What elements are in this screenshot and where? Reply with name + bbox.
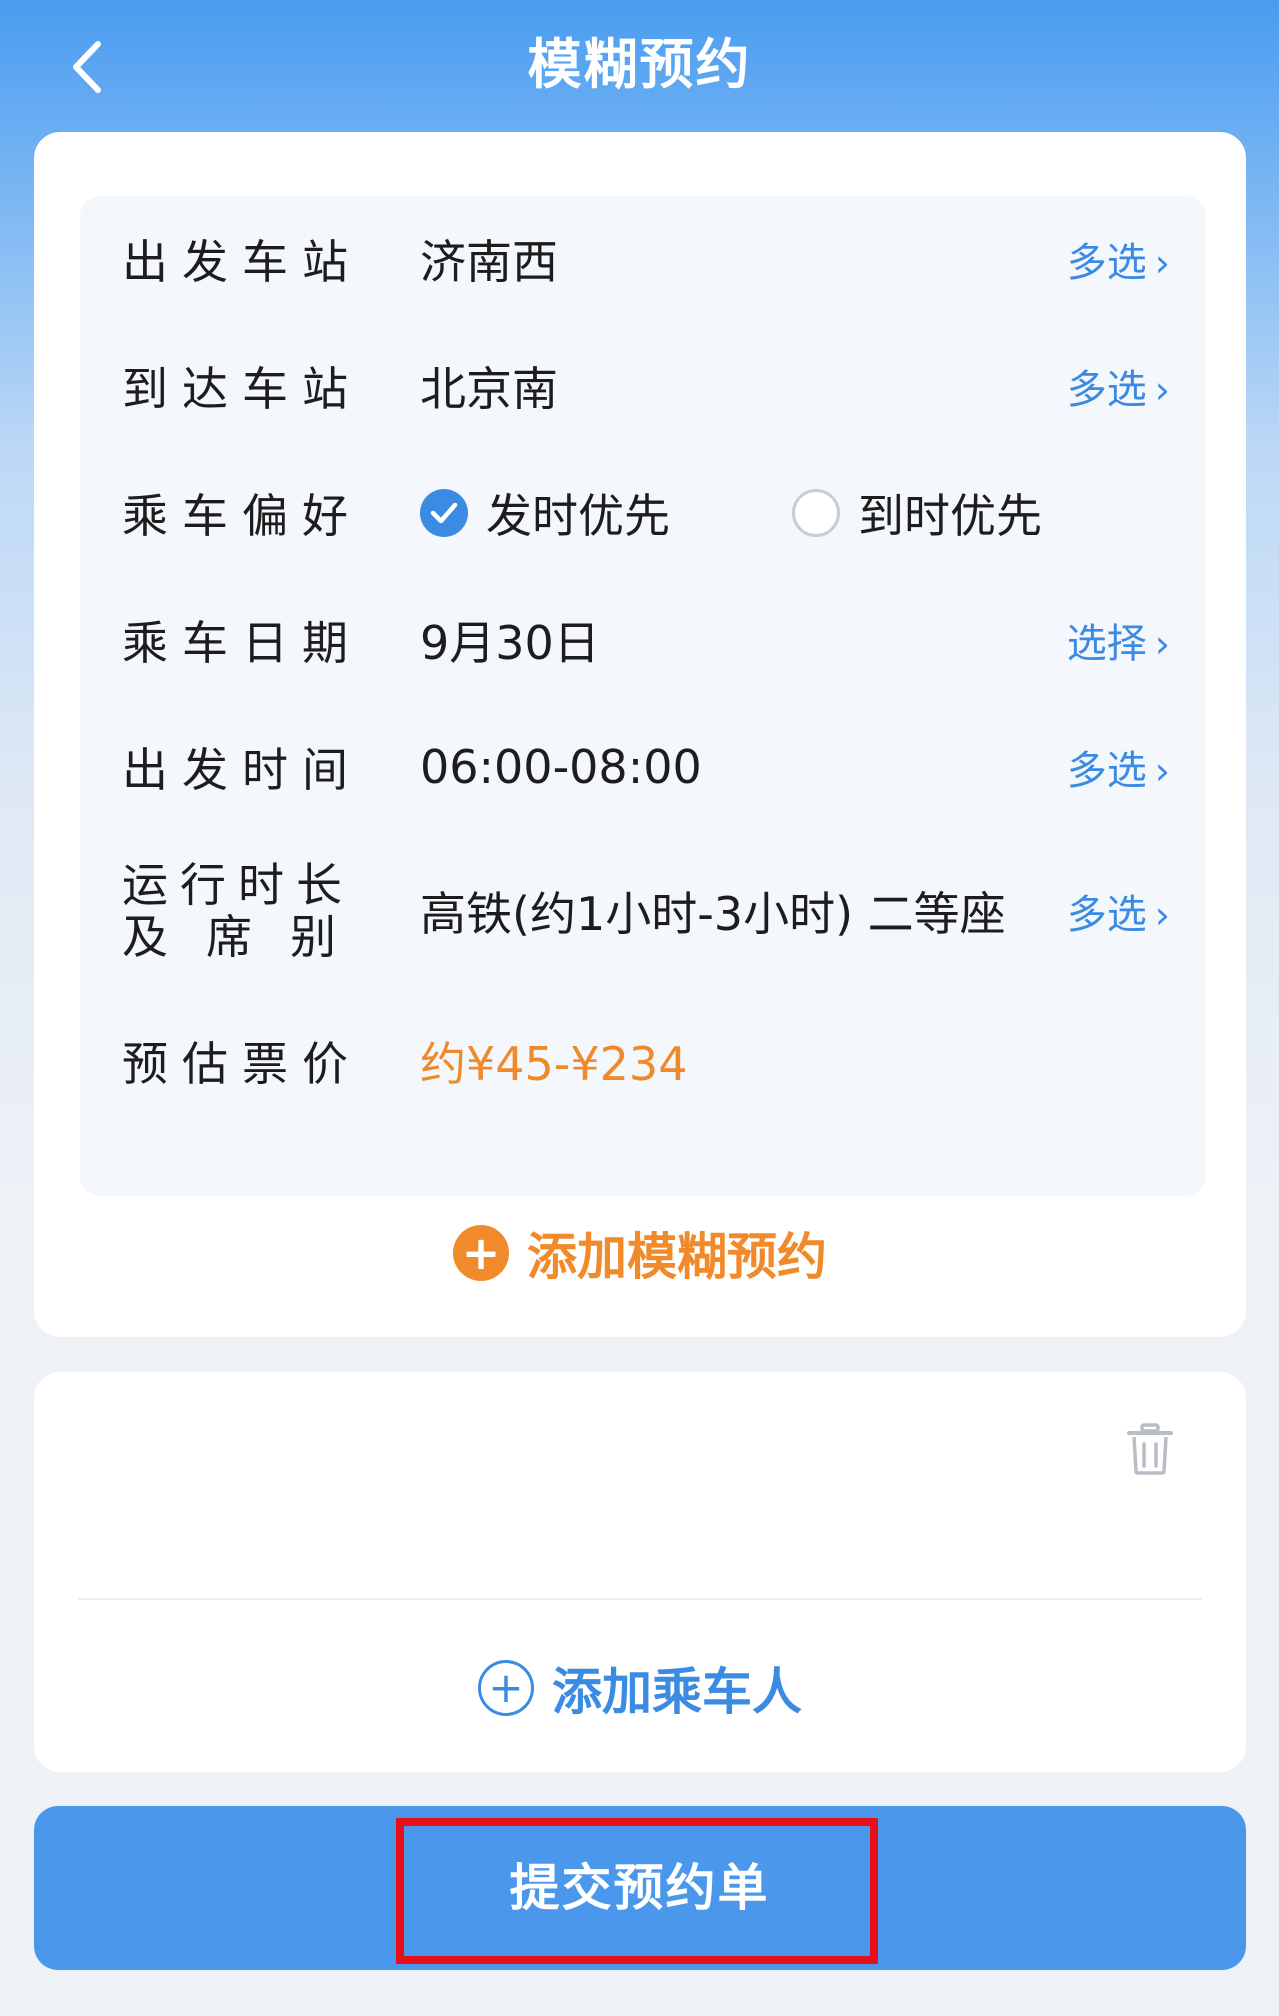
date-label: 乘车日期 xyxy=(122,616,362,670)
passenger-divider xyxy=(78,1598,1202,1600)
departure-first-radio[interactable]: 发时优先 xyxy=(420,480,670,546)
departure-station-row: 出发车站 济南西 多选 › xyxy=(80,204,1206,314)
passenger-card: + 添加乘车人 xyxy=(34,1372,1246,1772)
depart-time-value[interactable]: 06:00-08:00 xyxy=(420,740,702,794)
chevron-right-icon: › xyxy=(1154,749,1170,793)
preference-row: 乘车偏好 发时优先 到时优先 xyxy=(80,458,1206,568)
arrival-first-label: 到时优先 xyxy=(858,489,1042,543)
plus-circle-outline-icon: + xyxy=(478,1660,534,1716)
chevron-right-icon: › xyxy=(1154,368,1170,412)
multiselect-label: 多选 xyxy=(1066,367,1147,413)
add-reservation-button[interactable]: + 添加模糊预约 xyxy=(34,1217,1246,1289)
add-reservation-label: 添加模糊预约 xyxy=(527,1228,827,1286)
multiselect-label: 多选 xyxy=(1066,892,1147,938)
multiselect-label: 多选 xyxy=(1066,748,1147,794)
preference-label: 乘车偏好 xyxy=(122,489,362,543)
departure-multiselect-button[interactable]: 多选 › xyxy=(1067,230,1170,288)
price-label: 预估票价 xyxy=(122,1037,362,1091)
chevron-right-icon: › xyxy=(1154,241,1170,285)
departure-station-value[interactable]: 济南西 xyxy=(420,226,558,292)
plus-circle-filled-icon: + xyxy=(453,1225,509,1281)
date-value[interactable]: 9月30日 xyxy=(420,607,600,673)
add-passenger-label: 添加乘车人 xyxy=(552,1663,802,1721)
depart-time-label: 出发时间 xyxy=(122,743,362,797)
page-title: 模糊预约 xyxy=(527,33,752,96)
duration-seat-label: 运行时长 及席别 xyxy=(122,859,374,963)
duration-seat-multiselect-button[interactable]: 多选 › xyxy=(1067,882,1170,940)
radio-empty-icon xyxy=(792,489,840,537)
reservation-form: 出发车站 济南西 多选 › 到达车站 北京南 多选 › 乘车偏好 发时优先 到时… xyxy=(80,196,1206,1196)
date-select-button[interactable]: 选择 › xyxy=(1067,611,1170,669)
arrival-first-radio[interactable]: 到时优先 xyxy=(792,480,1042,546)
arrival-station-value[interactable]: 北京南 xyxy=(420,353,558,419)
app-header: 模糊预约 xyxy=(0,0,1279,132)
multiselect-label: 多选 xyxy=(1066,240,1147,286)
price-row: 预估票价 约¥45-¥234 xyxy=(80,1006,1206,1116)
select-label: 选择 xyxy=(1066,621,1147,667)
date-row: 乘车日期 9月30日 选择 › xyxy=(80,585,1206,695)
departure-first-label: 发时优先 xyxy=(486,489,670,543)
departure-station-label: 出发车站 xyxy=(122,235,362,289)
duration-seat-value[interactable]: 高铁(约1小时-3小时) 二等座 xyxy=(420,878,1006,944)
trash-icon[interactable] xyxy=(1126,1422,1174,1476)
price-value: 约¥45-¥234 xyxy=(420,1037,688,1091)
chevron-right-icon: › xyxy=(1154,622,1170,666)
arrival-multiselect-button[interactable]: 多选 › xyxy=(1067,357,1170,415)
chevron-right-icon: › xyxy=(1154,893,1170,937)
reservation-card: 出发车站 济南西 多选 › 到达车站 北京南 多选 › 乘车偏好 发时优先 到时… xyxy=(34,132,1246,1337)
highlight-box xyxy=(396,1818,878,1964)
depart-time-row: 出发时间 06:00-08:00 多选 › xyxy=(80,712,1206,822)
duration-seat-label-line2: 及席别 xyxy=(122,910,374,964)
arrival-station-label: 到达车站 xyxy=(122,362,362,416)
checkmark-icon xyxy=(420,489,468,537)
depart-time-multiselect-button[interactable]: 多选 › xyxy=(1067,738,1170,796)
duration-seat-row: 运行时长 及席别 高铁(约1小时-3小时) 二等座 多选 › xyxy=(80,856,1206,966)
arrival-station-row: 到达车站 北京南 多选 › xyxy=(80,331,1206,441)
duration-seat-label-line1: 运行时长 xyxy=(122,858,354,912)
add-passenger-button[interactable]: + 添加乘车人 xyxy=(34,1652,1246,1724)
